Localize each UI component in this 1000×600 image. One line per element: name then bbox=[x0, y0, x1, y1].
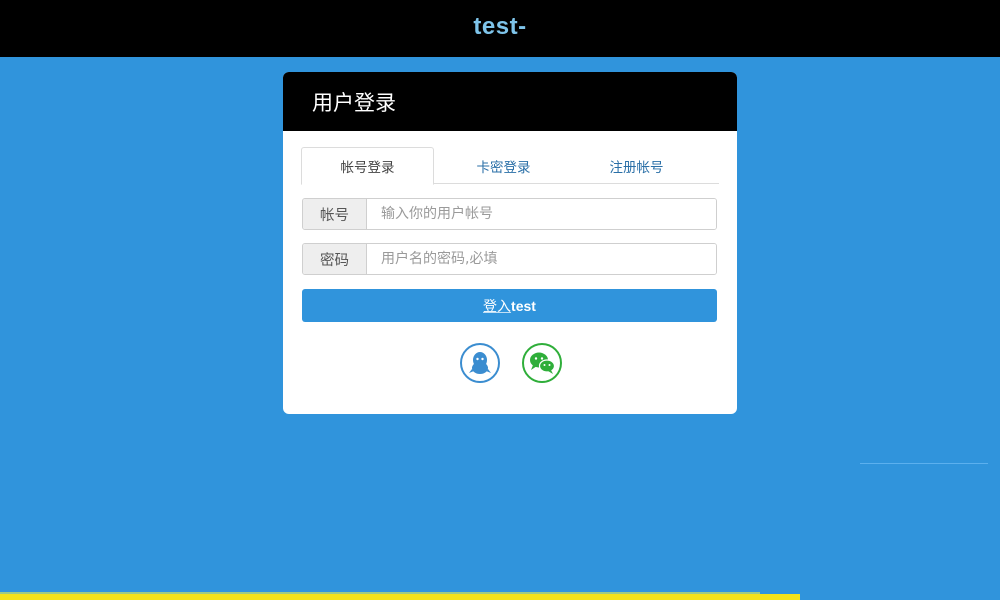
tab-account-login[interactable]: 帐号登录 bbox=[301, 147, 434, 185]
bottom-strip bbox=[0, 594, 800, 600]
account-label: 帐号 bbox=[303, 199, 367, 229]
tab-card-login[interactable]: 卡密登录 bbox=[437, 147, 570, 184]
brand-title: test- bbox=[473, 12, 527, 40]
qq-penguin-icon bbox=[460, 342, 500, 383]
login-button-suffix: test bbox=[511, 297, 536, 314]
account-input[interactable] bbox=[367, 199, 716, 229]
top-bar: test- bbox=[0, 0, 1000, 57]
login-button-prefix: 登入 bbox=[483, 298, 512, 315]
password-field: 密码 bbox=[302, 243, 717, 275]
login-tabs: 帐号登录 卡密登录 注册帐号 bbox=[301, 147, 719, 185]
password-label: 密码 bbox=[303, 244, 367, 274]
wechat-icon bbox=[522, 342, 562, 383]
qq-login-button[interactable] bbox=[454, 342, 506, 383]
login-button[interactable]: 登入 test bbox=[302, 289, 717, 322]
social-login bbox=[454, 342, 568, 383]
tab-register[interactable]: 注册帐号 bbox=[570, 147, 703, 184]
account-field: 帐号 bbox=[302, 198, 717, 230]
panel-title: 用户登录 bbox=[312, 90, 396, 115]
login-panel: 用户登录 帐号登录 卡密登录 注册帐号 帐号 密码 登入test bbox=[283, 72, 737, 414]
password-input[interactable] bbox=[367, 244, 716, 274]
divider-line bbox=[860, 463, 988, 464]
wechat-login-button[interactable] bbox=[516, 342, 568, 383]
panel-header: 用户登录 bbox=[283, 72, 737, 131]
